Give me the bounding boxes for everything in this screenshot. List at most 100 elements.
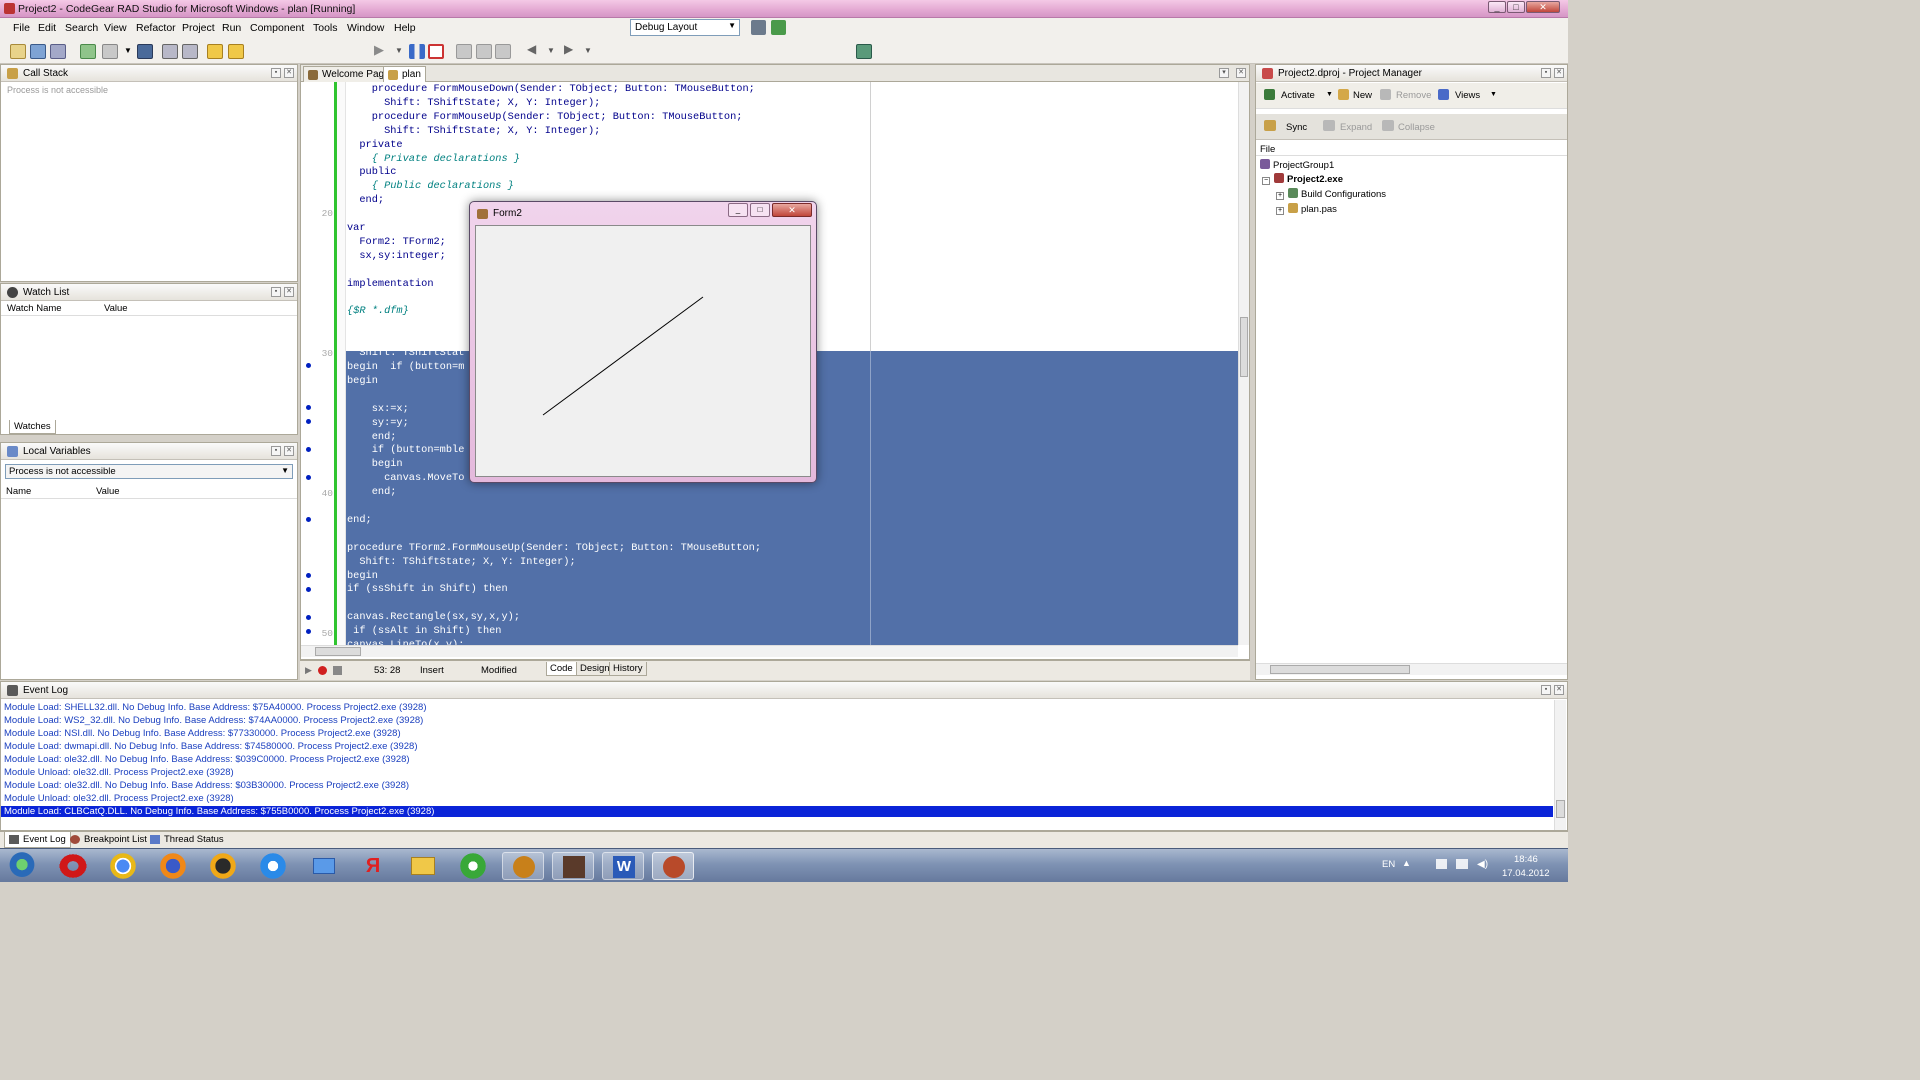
collapse-tree-icon[interactable]: − xyxy=(1262,177,1270,185)
yandex-icon[interactable]: Я xyxy=(352,852,394,880)
dropdown-arrow-icon[interactable]: ▼ xyxy=(124,46,132,61)
pm-file-column[interactable]: File xyxy=(1256,144,1567,156)
watch-value-column[interactable]: Value xyxy=(104,303,128,314)
forward-icon[interactable]: ▶ xyxy=(564,42,580,57)
form2-canvas[interactable] xyxy=(475,225,811,477)
aimp-icon[interactable] xyxy=(202,852,244,880)
breakpoint-icon[interactable] xyxy=(306,447,311,452)
delphi-icon[interactable] xyxy=(652,852,694,880)
opera-icon[interactable] xyxy=(52,852,94,880)
event-log-line[interactable]: Module Load: dwmapi.dll. No Debug Info. … xyxy=(4,741,418,752)
tab-plan[interactable]: plan xyxy=(383,66,426,83)
run-dropdown-icon[interactable]: ▼ xyxy=(395,46,403,61)
pm-scroll-thumb[interactable] xyxy=(1270,665,1410,674)
record-macro-icon[interactable] xyxy=(318,666,327,675)
menu-view[interactable]: View xyxy=(104,22,127,34)
menu-component[interactable]: Component xyxy=(250,22,304,34)
mail-icon[interactable] xyxy=(302,852,344,880)
vertical-scroll-thumb[interactable] xyxy=(1240,317,1248,377)
views-button[interactable]: Views xyxy=(1455,90,1480,101)
tab-history[interactable]: History xyxy=(609,662,647,676)
tree-item-build-configurations[interactable]: + Build Configurations xyxy=(1276,188,1386,200)
internet-explorer-icon[interactable] xyxy=(252,852,294,880)
tree-item-project-group[interactable]: ProjectGroup1 xyxy=(1260,159,1334,171)
tab-thread-status[interactable]: Thread Status xyxy=(146,832,228,848)
chrome-icon[interactable] xyxy=(102,852,144,880)
layout-select[interactable]: Debug Layout ▼ xyxy=(630,19,740,36)
breakpoint-icon[interactable] xyxy=(306,363,311,368)
local-name-column[interactable]: Name xyxy=(6,486,31,497)
file-explorer-icon[interactable] xyxy=(402,852,444,880)
stop-macro-icon[interactable] xyxy=(333,666,342,675)
menu-help[interactable]: Help xyxy=(394,22,416,34)
menu-file[interactable]: File xyxy=(13,22,30,34)
event-log-line[interactable]: Module Load: NSI.dll. No Debug Info. Bas… xyxy=(4,728,401,739)
back-icon[interactable]: ◀ xyxy=(527,42,543,57)
run-icon[interactable]: ▶ xyxy=(374,42,390,57)
close-icon[interactable]: ✕ xyxy=(284,68,294,78)
open-project-icon[interactable] xyxy=(30,44,46,59)
clock-time[interactable]: 18:46 xyxy=(1514,854,1538,865)
start-orb-icon[interactable] xyxy=(2,852,42,880)
pm-horizontal-scrollbar[interactable] xyxy=(1256,663,1567,675)
remove-button[interactable]: Remove xyxy=(1396,90,1431,101)
print-icon[interactable] xyxy=(182,44,198,59)
stop-icon[interactable] xyxy=(428,44,444,59)
remove-file-icon[interactable] xyxy=(102,44,118,59)
watches-tab[interactable]: Watches xyxy=(9,420,56,434)
game-face-icon[interactable] xyxy=(552,852,594,880)
menu-window[interactable]: Window xyxy=(347,22,384,34)
vertical-scrollbar[interactable] xyxy=(1238,82,1249,645)
pin-icon[interactable]: ▪ xyxy=(271,287,281,297)
folder-icon[interactable] xyxy=(228,44,244,59)
tab-design[interactable]: Design xyxy=(576,662,614,676)
pin-icon[interactable]: ▪ xyxy=(271,446,281,456)
watch-name-column[interactable]: Watch Name xyxy=(7,303,62,314)
flag-icon[interactable] xyxy=(1436,859,1447,869)
copy-icon[interactable] xyxy=(162,44,178,59)
tab-breakpoint-list[interactable]: Breakpoint List xyxy=(66,832,151,848)
pin-icon[interactable]: ▪ xyxy=(1541,685,1551,695)
menu-project[interactable]: Project xyxy=(182,22,215,34)
add-file-icon[interactable] xyxy=(80,44,96,59)
local-value-column[interactable]: Value xyxy=(96,486,120,497)
firefox-icon[interactable] xyxy=(152,852,194,880)
form2-close-button[interactable]: ✕ xyxy=(772,203,812,217)
folder-open-icon[interactable] xyxy=(207,44,223,59)
tab-welcome-page[interactable]: Welcome Page xyxy=(303,66,395,82)
event-log-line[interactable]: Module Unload: ole32.dll. Process Projec… xyxy=(4,793,234,804)
breakpoint-icon[interactable] xyxy=(306,629,311,634)
close-icon[interactable]: ✕ xyxy=(284,446,294,456)
sync-button[interactable]: Sync xyxy=(1286,122,1307,133)
expand-button[interactable]: Expand xyxy=(1340,122,1372,133)
trace-into-icon[interactable] xyxy=(456,44,472,59)
new-button[interactable]: New xyxy=(1353,90,1372,101)
breakpoint-icon[interactable] xyxy=(306,475,311,480)
close-icon[interactable]: ✕ xyxy=(1554,68,1564,78)
tree-item-plan-pas[interactable]: + plan.pas xyxy=(1276,203,1337,215)
pause-icon[interactable] xyxy=(409,44,425,59)
menu-tools[interactable]: Tools xyxy=(313,22,338,34)
language-indicator[interactable]: EN xyxy=(1382,859,1395,870)
local-variables-select[interactable]: Process is not accessible ▼ xyxy=(5,464,293,479)
breakpoint-icon[interactable] xyxy=(306,405,311,410)
back-dropdown-icon[interactable]: ▼ xyxy=(547,46,555,61)
tree-item-project[interactable]: − Project2.exe xyxy=(1262,173,1343,185)
step-over-icon[interactable] xyxy=(476,44,492,59)
expand-tree-icon[interactable]: + xyxy=(1276,192,1284,200)
breakpoint-icon[interactable] xyxy=(306,573,311,578)
menu-edit[interactable]: Edit xyxy=(38,22,56,34)
set-debug-desktop-icon[interactable] xyxy=(771,20,786,35)
clock-date[interactable]: 17.04.2012 xyxy=(1502,868,1550,879)
forward-dropdown-icon[interactable]: ▼ xyxy=(584,46,592,61)
form2-window[interactable]: Form2 _ □ ✕ xyxy=(469,201,817,483)
save-icon[interactable] xyxy=(137,44,153,59)
menu-search[interactable]: Search xyxy=(65,22,98,34)
breakpoint-icon[interactable] xyxy=(306,615,311,620)
collapse-button[interactable]: Collapse xyxy=(1398,122,1435,133)
close-button[interactable]: ✕ xyxy=(1526,1,1560,13)
event-log-scroll-thumb[interactable] xyxy=(1556,800,1565,818)
network-icon[interactable] xyxy=(1456,859,1468,869)
breakpoint-icon[interactable] xyxy=(306,517,311,522)
chevron-down-icon[interactable]: ▼ xyxy=(1490,91,1497,98)
